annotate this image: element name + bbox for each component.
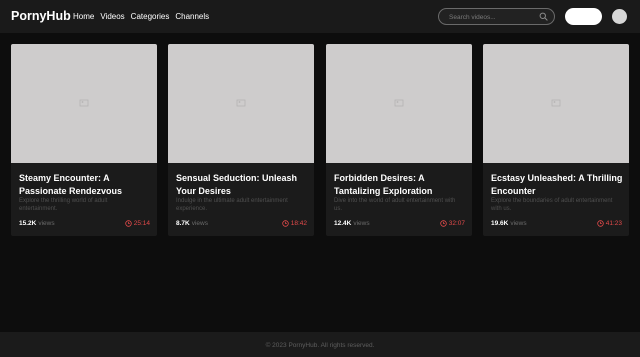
- user-avatar[interactable]: [612, 9, 627, 24]
- clock-icon: [597, 220, 604, 227]
- view-count: 12.4K: [334, 220, 352, 227]
- video-duration: 32:07: [440, 220, 465, 227]
- nav-link-home[interactable]: Home: [73, 12, 94, 21]
- video-meta: 15.2K views 25:14: [19, 220, 150, 230]
- duration-text: 32:07: [448, 220, 465, 227]
- video-meta: 8.7K views 18:42: [176, 220, 307, 230]
- view-count: 8.7K: [176, 220, 190, 227]
- page-footer: © 2023 PornyHub. All rights reserved.: [0, 332, 640, 357]
- video-description: Explore the thrilling world of adult ent…: [19, 198, 108, 212]
- image-placeholder-icon: [236, 99, 246, 107]
- video-thumbnail[interactable]: [483, 44, 629, 163]
- video-duration: 41:23: [597, 220, 622, 227]
- video-card[interactable]: Forbidden Desires: A Tantalizing Explora…: [326, 44, 472, 236]
- video-thumbnail[interactable]: [168, 44, 314, 163]
- video-thumbnail[interactable]: [326, 44, 472, 163]
- video-title[interactable]: Steamy Encounter: A Passionate Rendezvou…: [19, 172, 151, 197]
- search-box: [438, 8, 555, 25]
- view-count: 19.6K: [491, 220, 509, 227]
- clock-icon: [125, 220, 132, 227]
- clock-icon: [440, 220, 447, 227]
- video-title[interactable]: Forbidden Desires: A Tantalizing Explora…: [334, 172, 466, 197]
- views-label: views: [38, 220, 55, 227]
- video-description: Dive into the world of adult entertainme…: [334, 198, 456, 212]
- image-placeholder-icon: [394, 99, 404, 107]
- video-meta: 19.6K views 41:23: [491, 220, 622, 230]
- nav-link-categories[interactable]: Categories: [131, 12, 170, 21]
- nav-link-channels[interactable]: Channels: [175, 12, 209, 21]
- video-card[interactable]: Sensual Seduction: Unleash Your Desires …: [168, 44, 314, 236]
- video-description: Indulge in the ultimate adult entertainm…: [176, 198, 288, 212]
- video-title[interactable]: Sensual Seduction: Unleash Your Desires: [176, 172, 308, 197]
- video-description: Explore the boundaries of adult entertai…: [491, 198, 613, 212]
- clock-icon: [282, 220, 289, 227]
- search-icon[interactable]: [539, 12, 548, 21]
- video-duration: 25:14: [125, 220, 150, 227]
- header-action-button[interactable]: [565, 8, 602, 25]
- copyright-text: © 2023 PornyHub. All rights reserved.: [265, 342, 375, 349]
- video-meta: 12.4K views 32:07: [334, 220, 465, 230]
- video-thumbnail[interactable]: [11, 44, 157, 163]
- views-label: views: [353, 220, 370, 227]
- search-input[interactable]: [447, 11, 541, 24]
- image-placeholder-icon: [79, 99, 89, 107]
- nav-link-videos[interactable]: Videos: [100, 12, 124, 21]
- site-logo[interactable]: PornyHub: [11, 9, 71, 23]
- view-count: 15.2K: [19, 220, 37, 227]
- main-nav: Home Videos Categories Channels: [73, 12, 209, 21]
- video-title[interactable]: Ecstasy Unleashed: A Thrilling Encounter: [491, 172, 623, 197]
- views-label: views: [191, 220, 208, 227]
- video-card[interactable]: Ecstasy Unleashed: A Thrilling Encounter…: [483, 44, 629, 236]
- image-placeholder-icon: [551, 99, 561, 107]
- duration-text: 18:42: [290, 220, 307, 227]
- top-header: PornyHub Home Videos Categories Channels: [0, 0, 640, 33]
- duration-text: 25:14: [133, 220, 150, 227]
- video-card[interactable]: Steamy Encounter: A Passionate Rendezvou…: [11, 44, 157, 236]
- video-duration: 18:42: [282, 220, 307, 227]
- duration-text: 41:23: [605, 220, 622, 227]
- views-label: views: [510, 220, 527, 227]
